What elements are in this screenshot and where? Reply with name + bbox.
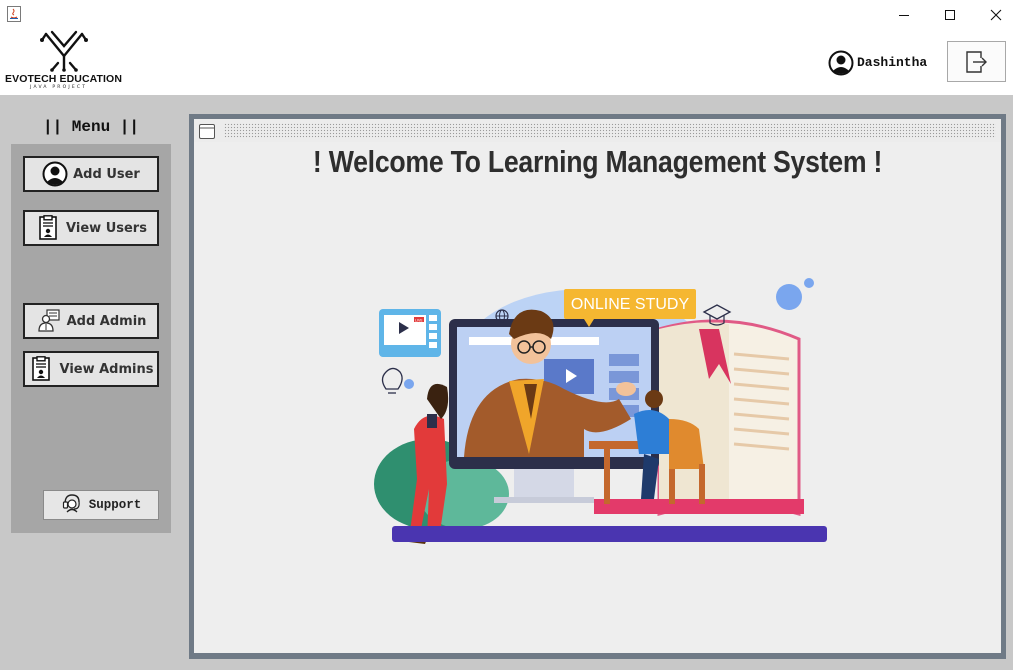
logo-icon [38, 30, 90, 72]
logout-icon [965, 50, 987, 73]
window-titlebar [0, 0, 1013, 30]
minimize-icon [899, 15, 909, 16]
live-badge: LIVE [415, 318, 423, 322]
view-admins-label: View Admins [59, 361, 154, 377]
logout-button[interactable] [947, 41, 1006, 82]
maximize-button[interactable] [927, 0, 973, 30]
support-label: Support [88, 498, 142, 512]
frame-drag-grip[interactable] [224, 123, 996, 138]
menu-title: || Menu || [42, 118, 139, 136]
view-users-label: View Users [66, 220, 147, 236]
view-admins-button[interactable]: View Admins [23, 351, 159, 387]
user-card-icon [35, 215, 61, 241]
user-circle-icon [42, 161, 68, 187]
java-icon [7, 6, 21, 22]
internal-frame-titlebar[interactable] [194, 119, 1001, 142]
headset-icon [61, 492, 83, 519]
frame-window-icon [199, 124, 215, 139]
add-user-label: Add User [73, 166, 140, 182]
internal-frame: ! Welcome To Learning Management System … [189, 114, 1006, 659]
add-admin-label: Add Admin [66, 313, 147, 329]
logo-subtitle: JAVA PROJECT [30, 85, 88, 90]
add-user-button[interactable]: Add User [23, 156, 159, 192]
view-users-button[interactable]: View Users [23, 210, 159, 246]
user-avatar-icon [828, 50, 854, 76]
logo-title: EVOTECH EDUCATION [5, 73, 123, 85]
menu-panel: Add User View Users Add Admin View Admin… [11, 144, 171, 533]
online-study-illustration: LIVE ONLINE STUDY [369, 269, 839, 544]
add-admin-button[interactable]: Add Admin [23, 303, 159, 339]
close-icon [990, 9, 1002, 21]
maximize-icon [945, 10, 955, 20]
admin-card-icon [28, 356, 54, 382]
support-button[interactable]: Support [43, 490, 159, 520]
minimize-button[interactable] [881, 0, 927, 30]
app-header: EVOTECH EDUCATION JAVA PROJECT Dashintha [0, 30, 1013, 95]
main-content: ! Welcome To Learning Management System … [194, 142, 1001, 653]
admin-icon [36, 308, 62, 334]
close-button[interactable] [973, 0, 1013, 30]
user-name: Dashintha [857, 55, 928, 70]
online-study-banner: ONLINE STUDY [571, 296, 690, 313]
welcome-heading: ! Welcome To Learning Management System … [312, 144, 883, 179]
